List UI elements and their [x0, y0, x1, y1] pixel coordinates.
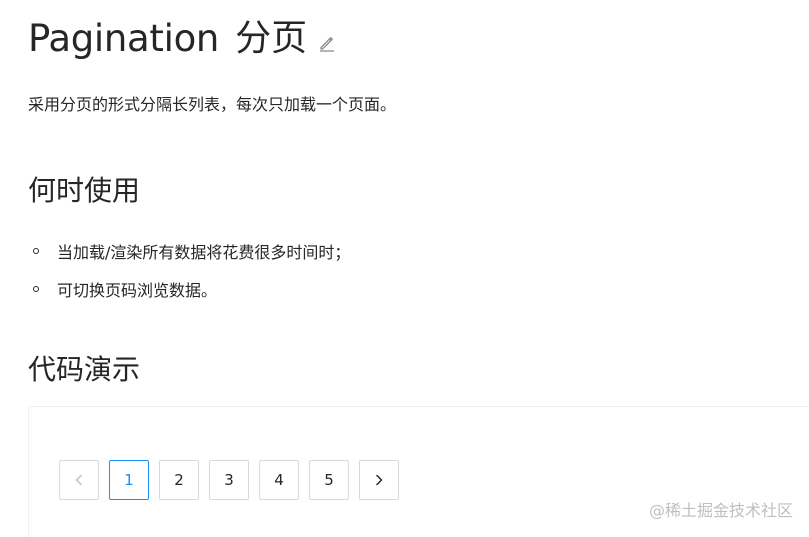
pagination-page-4[interactable]: 4: [259, 460, 299, 500]
demo-heading: 代码演示: [28, 353, 141, 386]
pagination-page-3[interactable]: 3: [209, 460, 249, 500]
when-to-use-list: 当加载/渲染所有数据将花费很多时间时； 可切换页码浏览数据。: [28, 232, 350, 308]
pagination-page-1[interactable]: 1: [109, 460, 149, 500]
chevron-left-icon: [75, 474, 82, 486]
edit-icon[interactable]: [317, 33, 337, 53]
when-to-use-heading: 何时使用: [28, 174, 141, 207]
pagination-prev-button[interactable]: [59, 460, 99, 500]
pagination-next-button[interactable]: [359, 460, 399, 500]
pagination: 1 2 3 4 5: [59, 460, 399, 500]
page-title: Pagination: [28, 17, 220, 60]
pagination-page-5[interactable]: 5: [309, 460, 349, 500]
bullet-icon: [33, 286, 39, 292]
intro-text: 采用分页的形式分隔长列表，每次只加载一个页面。: [28, 95, 397, 114]
list-item-text: 当加载/渲染所有数据将花费很多时间时；: [57, 243, 351, 262]
page: Pagination 分页 采用分页的形式分隔长列表，每次只加载一个页面。 何时…: [0, 0, 809, 537]
list-item: 当加载/渲染所有数据将花费很多时间时；: [28, 232, 350, 270]
list-item: 可切换页码浏览数据。: [28, 270, 350, 308]
chevron-right-icon: [376, 474, 383, 486]
page-title-cn: 分页: [235, 18, 308, 59]
bullet-icon: [33, 248, 39, 254]
list-item-text: 可切换页码浏览数据。: [57, 281, 218, 300]
watermark: @稀土掘金技术社区: [648, 501, 793, 520]
page-title-row: Pagination 分页: [28, 12, 337, 66]
pagination-page-2[interactable]: 2: [159, 460, 199, 500]
